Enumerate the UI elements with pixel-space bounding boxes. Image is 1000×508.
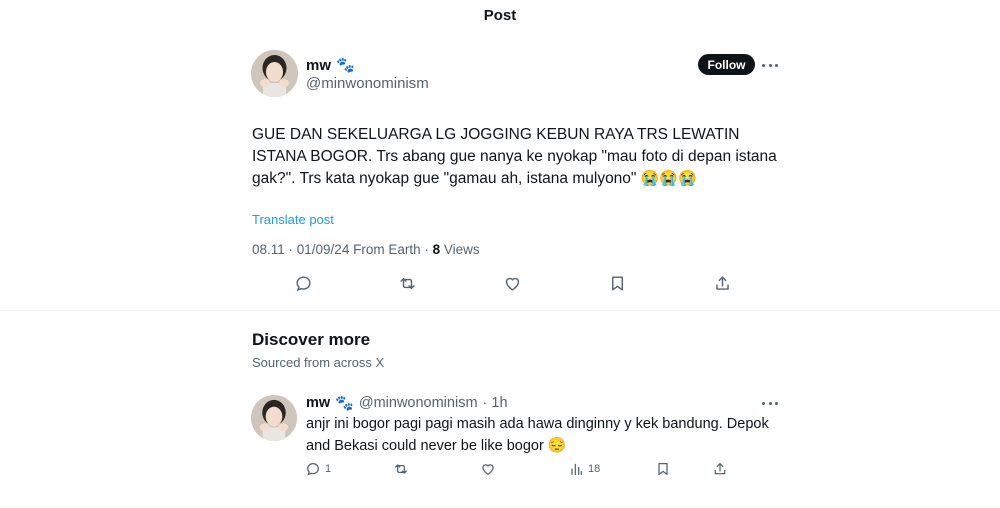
related-like-button[interactable] bbox=[480, 461, 496, 477]
discover-subtitle: Sourced from across X bbox=[252, 355, 385, 370]
translate-post-link[interactable]: Translate post bbox=[252, 212, 334, 227]
related-more-options-icon[interactable] bbox=[762, 400, 778, 406]
author-handle[interactable]: @minwonominism bbox=[306, 75, 429, 92]
related-reply-button[interactable]: 1 bbox=[305, 461, 331, 477]
crying-emoji: 😭😭😭 bbox=[640, 170, 697, 187]
heart-icon bbox=[482, 464, 494, 476]
post-text-body: GUE DAN SEKELUARGA LG JOGGING KEBUN RAYA… bbox=[252, 126, 777, 187]
section-divider bbox=[0, 310, 1000, 311]
related-author-handle[interactable]: @minwonominism bbox=[359, 395, 478, 411]
page-title: Post bbox=[483, 7, 517, 24]
author-name[interactable]: mw bbox=[306, 57, 331, 74]
views-count: 8 bbox=[432, 242, 441, 257]
share-icon bbox=[714, 463, 726, 475]
heart-icon bbox=[505, 277, 520, 291]
post-time[interactable]: 08.11 · 01/09/24 From Earth · bbox=[252, 242, 433, 257]
repost-button[interactable] bbox=[398, 274, 417, 293]
more-options-icon[interactable] bbox=[762, 62, 778, 68]
related-post-text-body: anjr ini bogor pagi pagi masih ada hawa … bbox=[306, 416, 769, 454]
related-repost-button[interactable] bbox=[393, 461, 409, 477]
related-post-text: anjr ini bogor pagi pagi masih ada hawa … bbox=[306, 414, 786, 457]
reply-button[interactable] bbox=[294, 274, 313, 293]
post-meta: 08.11 · 01/09/24 From Earth · 8 Views bbox=[252, 242, 480, 257]
discover-title: Discover more bbox=[252, 330, 371, 349]
related-post-header: mw 🐾 @minwonominism · 1h bbox=[306, 394, 508, 412]
bookmark-icon bbox=[612, 276, 623, 291]
related-author-avatar[interactable] bbox=[251, 395, 297, 441]
related-bookmark-button[interactable] bbox=[655, 461, 671, 477]
reply-icon bbox=[307, 463, 319, 476]
bookmark-button[interactable] bbox=[608, 274, 627, 293]
related-post-time[interactable]: · 1h bbox=[483, 395, 508, 411]
author-avatar[interactable] bbox=[251, 50, 298, 97]
paw-badge-icon: 🐾 bbox=[335, 395, 354, 412]
like-button[interactable] bbox=[503, 274, 522, 293]
related-reply-count: 1 bbox=[325, 463, 332, 475]
views-label: Views bbox=[440, 242, 480, 257]
post-text: GUE DAN SEKELUARGA LG JOGGING KEBUN RAYA… bbox=[252, 124, 792, 190]
related-views-button[interactable]: 18 bbox=[568, 461, 600, 477]
repost-icon bbox=[395, 464, 407, 474]
follow-button[interactable]: Follow bbox=[698, 54, 755, 75]
bookmark-icon bbox=[658, 463, 668, 475]
related-author-name[interactable]: mw bbox=[306, 395, 330, 411]
paw-badge-icon: 🐾 bbox=[336, 57, 355, 74]
repost-icon bbox=[400, 278, 415, 289]
pensive-emoji: 😔 bbox=[547, 437, 567, 454]
related-share-button[interactable] bbox=[712, 461, 728, 477]
related-views-count: 18 bbox=[588, 463, 601, 475]
share-icon bbox=[716, 276, 729, 290]
reply-icon bbox=[296, 276, 311, 292]
author-name-row[interactable]: mw 🐾 bbox=[306, 56, 355, 75]
views-bar-chart-icon bbox=[571, 463, 582, 475]
share-button[interactable] bbox=[713, 274, 732, 293]
